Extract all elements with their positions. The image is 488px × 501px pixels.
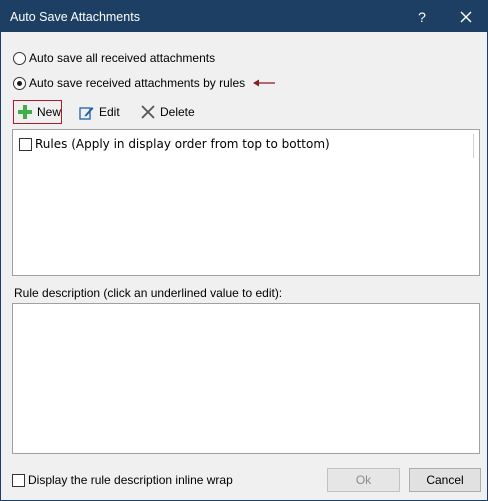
edit-button-label: Edit	[99, 105, 120, 119]
window-title: Auto Save Attachments	[10, 10, 140, 24]
new-button-label: New	[37, 105, 62, 119]
rules-list[interactable]: Rules (Apply in display order from top t…	[12, 129, 480, 276]
title-bar: Auto Save Attachments ?	[1, 1, 487, 32]
select-all-rules-checkbox[interactable]	[19, 137, 32, 151]
cancel-button[interactable]: Cancel	[409, 468, 481, 492]
close-icon	[460, 11, 472, 22]
plus-icon	[18, 105, 32, 119]
ok-button[interactable]: Ok	[327, 468, 400, 492]
column-divider	[473, 134, 474, 158]
help-button[interactable]: ?	[405, 1, 439, 32]
radio-label-all: Auto save all received attachments	[29, 51, 216, 65]
left-arrow-icon	[253, 76, 276, 90]
new-rule-button[interactable]: New	[13, 100, 62, 124]
radio-label-rules: Auto save received attachments by rules	[29, 76, 246, 90]
radio-button-all[interactable]	[13, 51, 26, 65]
rules-header[interactable]: Rules (Apply in display order from top t…	[19, 137, 330, 151]
radio-auto-save-all[interactable]: Auto save all received attachments	[13, 51, 215, 65]
radio-auto-save-by-rules[interactable]: Auto save received attachments by rules	[13, 76, 276, 90]
rule-description-label: Rule description (click an underlined va…	[14, 286, 283, 300]
radio-button-rules[interactable]	[13, 76, 26, 90]
x-delete-icon	[141, 105, 155, 119]
delete-button-label: Delete	[160, 105, 195, 119]
close-button[interactable]	[447, 1, 485, 32]
rules-header-label: Rules (Apply in display order from top t…	[35, 137, 330, 151]
inline-wrap-label: Display the rule description inline wrap	[28, 473, 233, 487]
edit-rule-button[interactable]: Edit	[79, 100, 120, 124]
rule-description-box[interactable]	[12, 303, 480, 454]
pencil-edit-icon	[79, 105, 94, 120]
inline-wrap-option[interactable]: Display the rule description inline wrap	[12, 473, 233, 487]
inline-wrap-checkbox[interactable]	[12, 473, 25, 487]
delete-rule-button[interactable]: Delete	[141, 100, 195, 124]
auto-save-attachments-dialog: Auto Save Attachments ? Auto save all re…	[0, 0, 488, 501]
